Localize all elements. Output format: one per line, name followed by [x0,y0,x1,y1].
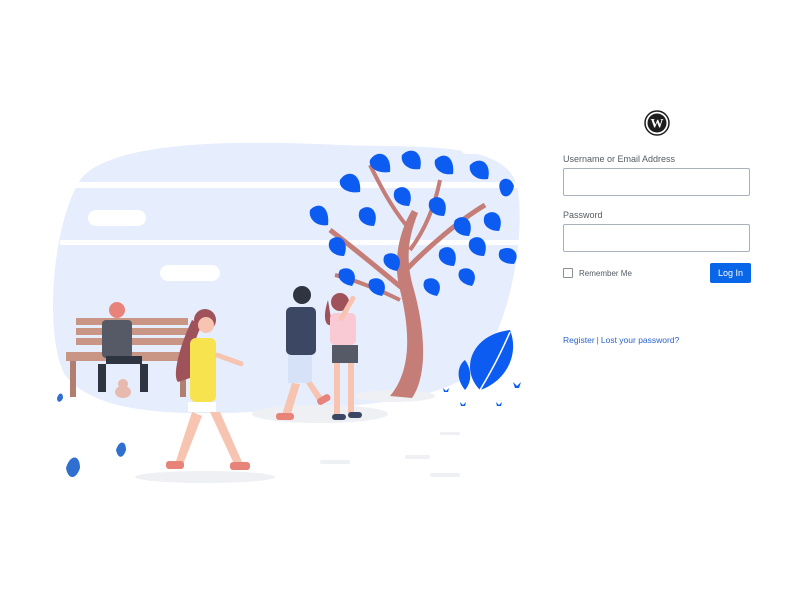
password-input[interactable] [563,224,750,252]
wordpress-logo[interactable]: W [563,110,751,140]
register-link[interactable]: Register [563,335,595,345]
svg-text:W: W [651,116,664,131]
log-in-button[interactable]: Log In [710,263,751,283]
wordpress-logo-icon: W [644,110,670,136]
remember-me[interactable]: Remember Me [563,268,632,278]
login-panel: W Username or Email Address Password Rem… [563,110,751,345]
remember-me-checkbox[interactable] [563,268,573,278]
username-label: Username or Email Address [563,154,676,164]
park-scene-illustration [40,120,540,500]
password-label: Password [563,210,603,220]
lost-password-link[interactable]: Lost your password? [601,335,679,345]
username-input[interactable] [563,168,750,196]
remember-me-label: Remember Me [579,268,632,278]
login-actions-row: Remember Me Log In [563,263,751,283]
auth-links: Register | Lost your password? [563,335,751,345]
links-separator: | [596,335,599,345]
